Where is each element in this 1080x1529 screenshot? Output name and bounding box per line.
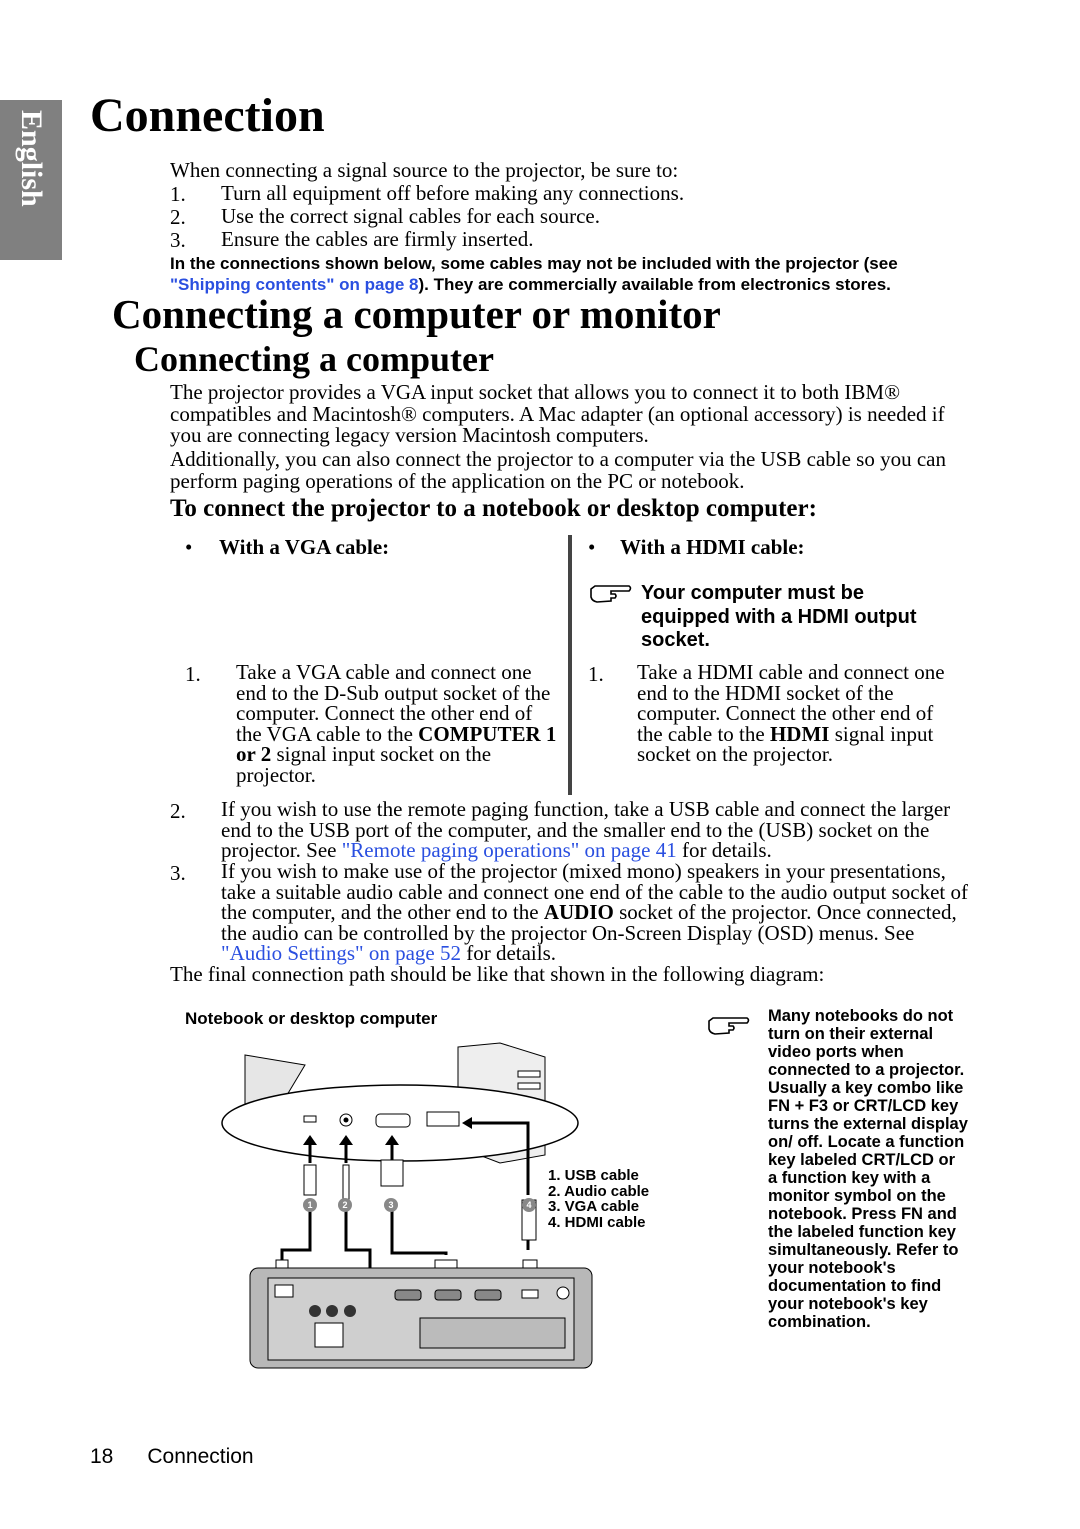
intro-item: Turn all equipment off before making any… (221, 181, 685, 205)
footer-section: Connection (147, 1445, 254, 1468)
section-title: Connecting a computer or monitor (112, 291, 721, 337)
cable-markers (303, 1198, 536, 1212)
legend-item: 2. Audio cable (548, 1182, 650, 1200)
page-footer: 18 Connection (90, 1445, 254, 1469)
audio-step: If you wish to make use of the projector… (221, 859, 968, 965)
marker-2: 2 (342, 1200, 347, 1210)
marker-1: 1 (307, 1200, 312, 1210)
subsection-title: Connecting a computer (134, 339, 494, 379)
paragraph-usb: Additionally, you can also connect the p… (170, 447, 946, 493)
cables-note: In the connections shown below, some cab… (170, 254, 898, 294)
column-divider (568, 535, 572, 795)
language-tab: English (0, 100, 62, 260)
cable-legend: 1. USB cable 2. Audio cable 3. VGA cable… (548, 1168, 649, 1230)
intro-num: 3. (170, 228, 186, 252)
step-num: 3. (170, 861, 186, 885)
page-number: 18 (90, 1445, 114, 1468)
hdmi-note: Your computer must be equipped with a HD… (641, 582, 917, 651)
bullet: • (185, 535, 193, 559)
paragraph-vga: The projector provides a VGA input socke… (170, 380, 945, 447)
vga-step: Take a VGA cable and connect one end to … (236, 660, 557, 787)
marker-4: 4 (526, 1200, 531, 1210)
bullet: • (588, 535, 596, 559)
hdmi-step: Take a HDMI cable and connect one end to… (637, 660, 945, 766)
intro-num: 1. (170, 182, 186, 206)
vga-heading: With a VGA cable: (219, 535, 390, 559)
step-num: 1. (588, 662, 604, 686)
intro-item: Use the correct signal cables for each s… (221, 204, 600, 228)
intro-lead: When connecting a signal source to the p… (170, 158, 679, 182)
legend-item: 1. USB cable (548, 1167, 639, 1184)
page-title: Connection (90, 89, 325, 142)
manual-page: English Connection When connecting a sig… (0, 0, 1080, 1529)
pointing-hand-icon (708, 1017, 750, 1035)
procedure-title: To connect the projector to a notebook o… (170, 495, 817, 522)
language-tab-label: English (15, 110, 48, 207)
intro-item: Ensure the cables are firmly inserted. (221, 227, 534, 251)
usb-step: If you wish to use the remote paging fun… (221, 797, 951, 862)
pointing-hand-icon (590, 585, 632, 603)
notebook-side-note: Many notebooks do not turn on their exte… (768, 1007, 968, 1331)
projector-rear-icon (249, 1267, 593, 1369)
step-num: 2. (170, 799, 186, 823)
legend-item: 3. VGA cable (548, 1198, 640, 1215)
hdmi-heading: With a HDMI cable: (620, 535, 805, 559)
legend-item: 4. HDMI cable (548, 1213, 646, 1231)
step-num: 1. (185, 662, 201, 686)
final-line: The final connection path should be like… (170, 962, 825, 986)
diagram-caption: Notebook or desktop computer (185, 1009, 438, 1028)
intro-num: 2. (170, 205, 186, 229)
marker-3: 3 (388, 1200, 393, 1210)
